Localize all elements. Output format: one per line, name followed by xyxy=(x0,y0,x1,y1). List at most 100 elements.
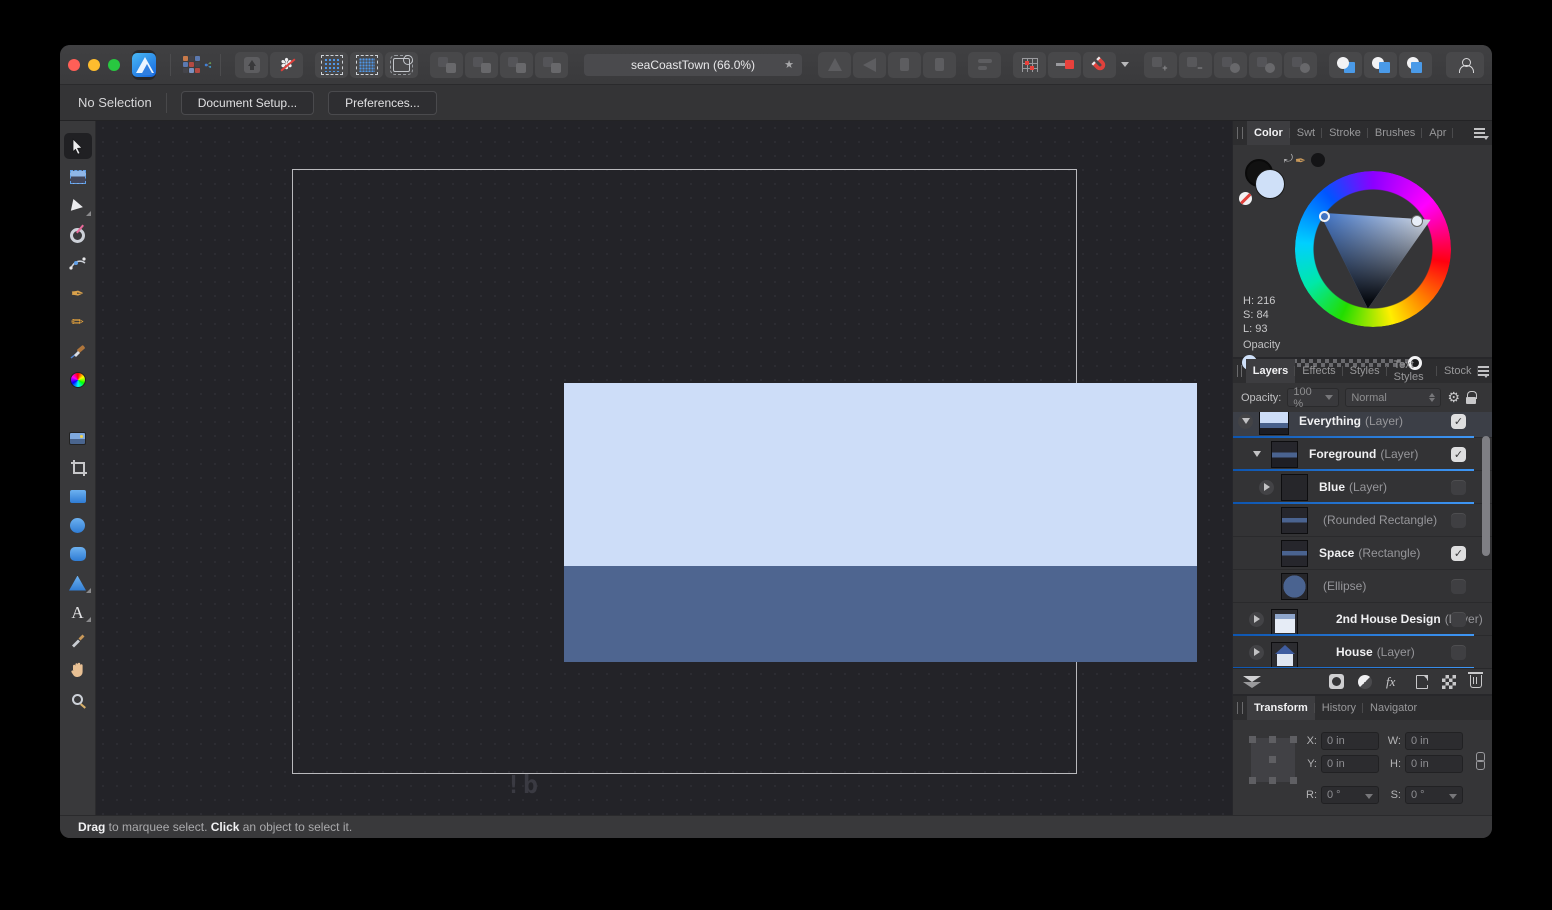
pixel-persona-icon[interactable] xyxy=(183,56,200,74)
layer-thumbnail[interactable] xyxy=(1271,642,1298,669)
layer-row-space[interactable]: Space(Rectangle) ✓ xyxy=(1233,537,1492,570)
document-setup-button[interactable]: Document Setup... xyxy=(181,91,314,115)
adjustment-layer-icon[interactable] xyxy=(1358,675,1372,689)
layer-row-everything[interactable]: Everything(Layer) ✓ xyxy=(1233,412,1492,438)
toggle-grid-button[interactable] xyxy=(1013,52,1046,78)
boolean-subtract-button[interactable]: − xyxy=(1179,52,1212,78)
w-field[interactable]: 0 in xyxy=(1405,732,1463,750)
layer-row-rounded-rectangle[interactable]: (Rounded Rectangle) xyxy=(1233,504,1492,537)
tab-text-styles[interactable]: Text Styles xyxy=(1387,359,1437,383)
rectangle-tool[interactable] xyxy=(64,485,92,507)
canvas-viewport[interactable]: !b xyxy=(96,121,1232,815)
layer-thumbnail[interactable] xyxy=(1271,609,1298,636)
color-dropper-icon[interactable]: ✒ xyxy=(1295,153,1306,169)
visibility-checkbox[interactable] xyxy=(1451,612,1466,627)
layer-row-2nd-house-design[interactable]: 2nd House Design(Layer) xyxy=(1233,603,1492,636)
point-transform-tool[interactable] xyxy=(64,224,92,246)
boolean-add-button[interactable]: + xyxy=(1144,52,1177,78)
alignment-button[interactable] xyxy=(968,52,1001,78)
rotate-ccw-button[interactable] xyxy=(888,52,921,78)
vector-crop-tool[interactable] xyxy=(64,456,92,478)
tab-effects[interactable]: Effects xyxy=(1295,359,1342,383)
view-tool[interactable] xyxy=(64,659,92,681)
lock-icon[interactable] xyxy=(1466,391,1476,404)
sea-rectangle-object[interactable] xyxy=(564,566,1197,662)
layer-effects-icon[interactable]: fx xyxy=(1386,674,1395,690)
layers-scrollbar[interactable] xyxy=(1482,436,1490,556)
layer-thumbnail[interactable] xyxy=(1281,474,1308,501)
visibility-checkbox[interactable] xyxy=(1451,480,1466,495)
ellipse-tool[interactable] xyxy=(64,514,92,536)
account-button[interactable] xyxy=(1446,52,1484,78)
layer-thumbnail[interactable] xyxy=(1271,441,1298,468)
export-persona-icon[interactable] xyxy=(204,54,212,76)
layer-thumbnail[interactable] xyxy=(1281,540,1308,567)
panel-grip-icon[interactable] xyxy=(1237,365,1242,377)
tab-layers[interactable]: Layers xyxy=(1246,359,1295,383)
boolean-combine-button[interactable] xyxy=(1284,52,1317,78)
flip-vertical-button[interactable] xyxy=(818,52,851,78)
color-selector-handle[interactable] xyxy=(1411,215,1423,227)
picked-color-swatch[interactable] xyxy=(1311,153,1325,167)
snapping-options-caret[interactable] xyxy=(1118,52,1132,78)
node-tool[interactable] xyxy=(64,195,92,217)
layer-thumbnail[interactable] xyxy=(1281,507,1308,534)
vector-brush-tool[interactable] xyxy=(64,340,92,362)
visibility-checkbox[interactable] xyxy=(1451,579,1466,594)
rotation-dropdown[interactable]: 0 ° xyxy=(1321,786,1379,804)
fill-stroke-swatches[interactable]: ⤾ xyxy=(1243,157,1287,201)
artboard-tool[interactable] xyxy=(64,166,92,188)
move-forward-button[interactable] xyxy=(465,52,498,78)
tab-stroke[interactable]: Stroke xyxy=(1322,121,1368,145)
shear-dropdown[interactable]: 0 ° xyxy=(1405,786,1463,804)
layer-row-foreground[interactable]: Foreground(Layer) ✓ xyxy=(1233,438,1492,471)
y-field[interactable]: 0 in xyxy=(1321,755,1379,773)
insert-on-top-button[interactable] xyxy=(1399,52,1432,78)
visibility-checkbox[interactable] xyxy=(1451,513,1466,528)
boolean-intersect-button[interactable] xyxy=(1214,52,1247,78)
visibility-checkbox[interactable] xyxy=(1451,645,1466,660)
contour-tool[interactable] xyxy=(64,253,92,275)
insert-inside-button[interactable] xyxy=(1364,52,1397,78)
no-color-icon[interactable] xyxy=(1239,192,1252,205)
preview-toggle-button[interactable]: ✽ xyxy=(270,52,303,78)
pencil-tool[interactable]: ✏ xyxy=(64,311,92,333)
panel-menu-icon[interactable] xyxy=(1474,128,1488,138)
new-pixel-layer-icon[interactable] xyxy=(1442,675,1456,689)
tab-swatches[interactable]: Swt xyxy=(1290,121,1322,145)
color-wheel[interactable] xyxy=(1295,171,1451,327)
document-switcher-dropdown[interactable]: seaCoastTown (66.0%) ★ xyxy=(584,54,802,76)
zoom-window-button[interactable] xyxy=(108,59,120,71)
transparency-tool[interactable] xyxy=(64,398,92,420)
link-dimensions-icon[interactable] xyxy=(1476,752,1483,770)
panel-grip-icon[interactable] xyxy=(1237,127,1243,139)
pixel-grid-fine-select-button[interactable] xyxy=(350,52,383,78)
snapping-button[interactable] xyxy=(1083,52,1116,78)
zoom-tool[interactable] xyxy=(64,688,92,710)
place-image-tool[interactable] xyxy=(64,427,92,449)
layers-stack-icon[interactable] xyxy=(1243,676,1261,688)
move-to-front-button[interactable] xyxy=(430,52,463,78)
collapse-arrow-icon[interactable] xyxy=(1249,447,1264,462)
triangle-tool[interactable] xyxy=(64,572,92,594)
tab-navigator[interactable]: Navigator xyxy=(1363,696,1424,720)
tab-brushes[interactable]: Brushes xyxy=(1368,121,1422,145)
new-layer-icon[interactable] xyxy=(1416,675,1428,689)
color-picker-tool[interactable] xyxy=(64,630,92,652)
panel-menu-icon[interactable] xyxy=(1478,366,1488,376)
mask-layer-icon[interactable] xyxy=(1329,674,1344,689)
designer-persona-button[interactable] xyxy=(132,50,156,80)
shape-select-button[interactable] xyxy=(385,52,418,78)
move-to-back-button[interactable] xyxy=(535,52,568,78)
collapse-arrow-icon[interactable] xyxy=(1238,414,1253,429)
pen-tool[interactable]: ✒ xyxy=(64,282,92,304)
close-window-button[interactable] xyxy=(68,59,80,71)
insert-behind-button[interactable] xyxy=(1329,52,1362,78)
anchor-point-selector[interactable] xyxy=(1251,738,1295,782)
expand-arrow-icon[interactable] xyxy=(1259,480,1274,495)
minimize-window-button[interactable] xyxy=(88,59,100,71)
expand-arrow-icon[interactable] xyxy=(1249,612,1264,627)
delete-layer-icon[interactable] xyxy=(1470,675,1482,688)
layer-row-ellipse[interactable]: (Ellipse) xyxy=(1233,570,1492,603)
layer-row-blue[interactable]: Blue(Layer) xyxy=(1233,471,1492,504)
